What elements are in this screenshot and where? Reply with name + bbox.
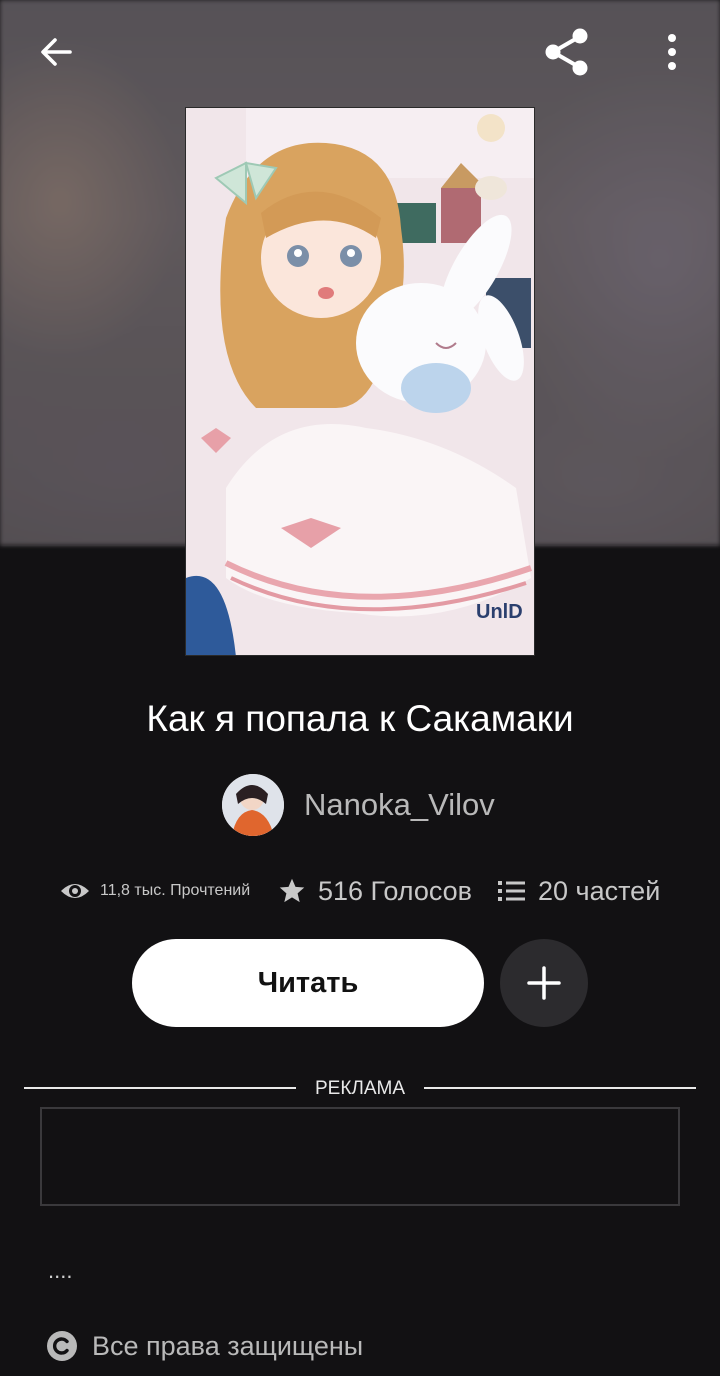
author-avatar (222, 774, 284, 836)
add-to-library-button[interactable] (500, 939, 588, 1027)
share-button[interactable] (537, 22, 597, 82)
story-stats: 11,8 тыс. Прочтений 516 Голосов 20 часте… (0, 868, 720, 914)
votes-stat: 516 Голосов (278, 868, 472, 914)
reads-stat: 11,8 тыс. Прочтений (60, 868, 250, 914)
ad-divider-left (24, 1087, 296, 1089)
copyright-icon (47, 1331, 77, 1361)
story-description: .... (48, 1258, 73, 1283)
ad-slot[interactable] (40, 1107, 680, 1206)
ad-divider-right (424, 1087, 696, 1089)
ad-label: РЕКЛАМА (314, 1078, 406, 1099)
story-title: Как я попала к Сакамаки (146, 698, 574, 739)
share-icon (545, 28, 588, 76)
star-icon (279, 878, 305, 903)
arrow-left-icon (41, 38, 72, 66)
plus-icon (527, 966, 561, 1000)
back-button[interactable] (26, 22, 86, 82)
svg-text:UnlD: UnlD (476, 601, 523, 623)
eye-icon (61, 884, 89, 898)
parts-count: 20 частей (538, 875, 661, 906)
votes-count: 516 Голосов (318, 875, 473, 906)
cover-illustration: UnlD (186, 108, 534, 655)
parts-stat[interactable]: 20 частей (498, 868, 660, 914)
more-button[interactable] (642, 22, 702, 82)
list-icon (498, 881, 525, 901)
author-link[interactable]: Nanoka_Vilov (222, 774, 495, 836)
read-button[interactable]: Читать (132, 939, 484, 1027)
reads-count: 11,8 тыс. Прочтений (100, 882, 251, 899)
copyright-row: Все права защищены (46, 1326, 363, 1366)
more-vertical-icon (668, 34, 676, 70)
author-name: Nanoka_Vilov (304, 787, 495, 822)
copyright-text: Все права защищены (92, 1330, 364, 1361)
story-cover[interactable]: UnlD (185, 107, 535, 656)
